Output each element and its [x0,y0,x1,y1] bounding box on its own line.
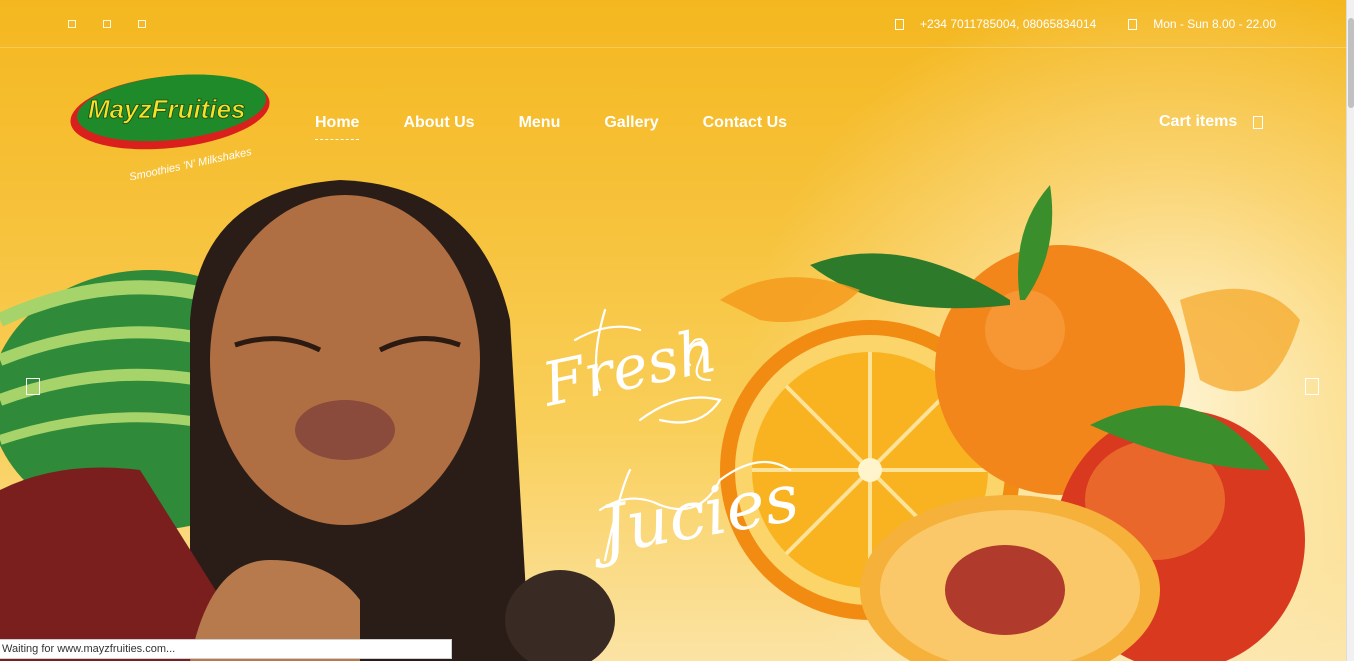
browser-status-bar: Waiting for www.mayzfruities.com... [0,639,452,659]
nav-about-us[interactable]: About Us [403,114,474,132]
social-icon-3[interactable] [138,20,146,28]
social-icon-2[interactable] [103,20,111,28]
logo-brand: MayzFruities [88,94,246,124]
phone-icon [894,18,904,30]
main-nav: Home About Us Menu Gallery Contact Us [315,114,831,140]
contact-info: +234 7011785004, 08065834014 Mon - Sun 8… [894,17,1276,31]
cart-label: Cart items [1159,113,1238,130]
clock-icon [1128,18,1138,30]
nav-home[interactable]: Home [315,114,360,140]
slider-prev-arrow-icon[interactable] [26,378,40,395]
page-scrollbar[interactable] [1346,0,1354,661]
hero-banner: Fresh Jucies +234 7011785004, 0806583401… [0,0,1346,661]
slider-next-arrow-icon[interactable] [1305,378,1319,395]
site-logo[interactable]: MayzFruities Smoothies 'N' Milkshakes [70,70,270,180]
nav-menu[interactable]: Menu [519,114,561,132]
nav-gallery[interactable]: Gallery [604,114,658,132]
cart-icon [1253,115,1264,129]
headline-line1: Fresh [536,316,723,421]
social-links [68,20,146,28]
opening-hours: Mon - Sun 8.00 - 22.00 [1153,17,1276,31]
cart-link[interactable]: Cart items [1159,113,1264,131]
nav-contact-us[interactable]: Contact Us [703,114,787,132]
scrollbar-thumb[interactable] [1348,18,1354,108]
phone-number[interactable]: +234 7011785004, 08065834014 [920,17,1096,31]
top-bar: +234 7011785004, 08065834014 Mon - Sun 8… [0,0,1346,48]
social-icon-1[interactable] [68,20,76,28]
logo-tagline: Smoothies 'N' Milkshakes [128,146,253,180]
